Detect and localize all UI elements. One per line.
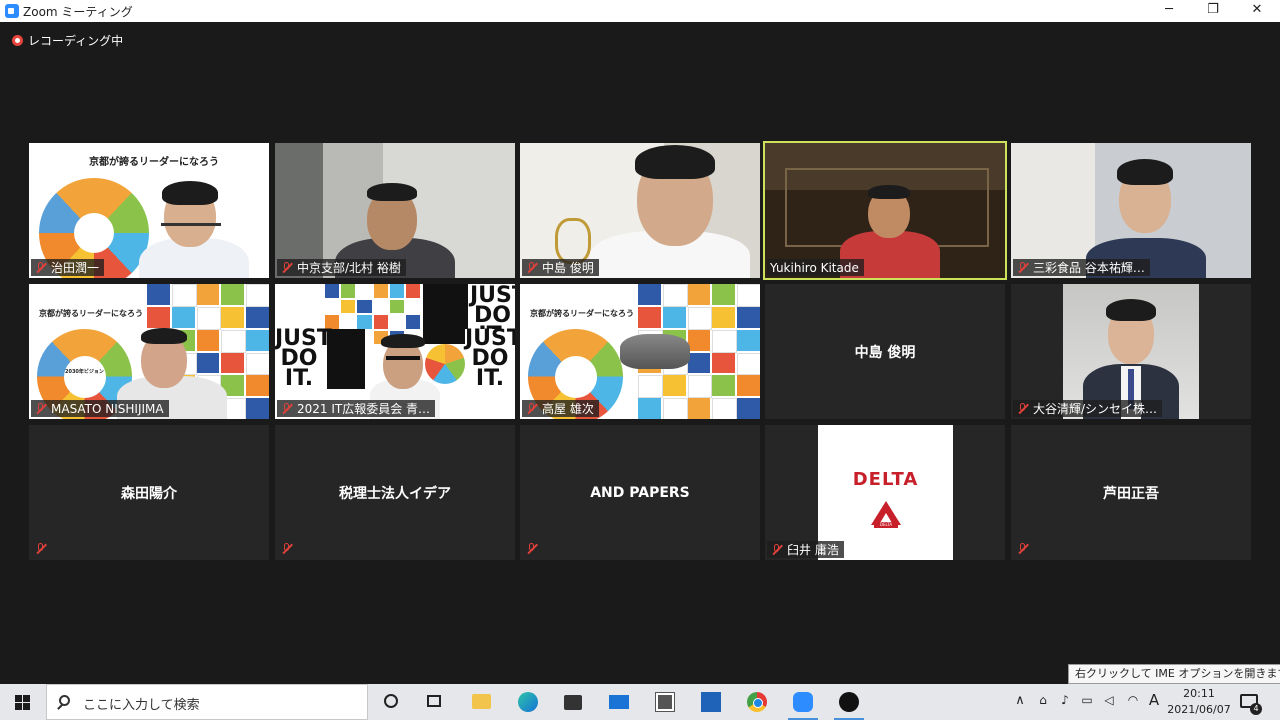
- edge-icon: [518, 692, 538, 712]
- slide-vision-label: 2030年ビジョン: [65, 369, 104, 375]
- taskbar-explorer[interactable]: [458, 684, 504, 720]
- slide-title: 京都が誇るリーダーになろう: [39, 309, 143, 318]
- participant-name-tag: 中京支部/北村 裕樹: [277, 259, 406, 276]
- participant-display-name: 芦田正吾: [1103, 485, 1159, 502]
- participant-name-tag: 大谷清輝/シンセイ株…: [1013, 400, 1163, 417]
- taskbar-edge[interactable]: [504, 684, 550, 720]
- tray-chevron-up-icon[interactable]: ∧: [1010, 693, 1030, 708]
- poster-doit-label: DO IT.: [280, 346, 318, 391]
- cortana-button[interactable]: [368, 684, 414, 720]
- ime-tooltip: 右クリックして IME オプションを開きます: [1068, 664, 1280, 684]
- windows-logo-icon: [15, 695, 30, 710]
- participant-name-tag: 三彩食品 谷本祐輝…: [1013, 259, 1150, 276]
- video-tile-participant-11[interactable]: 森田陽介: [29, 425, 269, 560]
- cortana-icon: [384, 694, 398, 708]
- participant-name-tag: 高屋 雄次: [522, 400, 599, 417]
- recording-label: レコーディング中: [28, 33, 124, 48]
- notification-badge: 4: [1250, 703, 1262, 715]
- profile-picture-delta: DELTA DELTA: [818, 425, 953, 560]
- mic-muted-icon: [1016, 261, 1029, 274]
- video-tile-participant-8[interactable]: 京都が誇るリーダーになろう 高屋 雄次: [520, 284, 760, 419]
- zoom-app-icon: [5, 4, 19, 18]
- search-placeholder: ここに入力して検索: [83, 698, 200, 713]
- delta-logo-text: DELTA: [852, 469, 919, 490]
- video-tile-participant-15[interactable]: 芦田正吾: [1011, 425, 1251, 560]
- video-tile-participant-6[interactable]: 京都が誇るリーダーになろう 2030年ビジョン MASATO NISHIJIMA: [29, 284, 269, 419]
- mic-muted-icon: [280, 261, 293, 274]
- video-tile-active-speaker[interactable]: Yukihiro Kitade: [763, 141, 1007, 280]
- clock-date[interactable]: 2021/06/07: [1166, 703, 1232, 716]
- zoom-icon: [793, 692, 813, 712]
- taskbar-app-3[interactable]: [826, 684, 872, 720]
- recording-indicator[interactable]: レコーディング中: [12, 32, 123, 48]
- video-tile-participant-5[interactable]: 三彩食品 谷本祐輝…: [1011, 143, 1251, 278]
- mic-muted-icon: [34, 542, 47, 555]
- video-tile-participant-12[interactable]: 税理士法人イデア: [275, 425, 515, 560]
- taskbar-chrome[interactable]: [734, 684, 780, 720]
- mic-muted-icon: [280, 402, 293, 415]
- participant-name-tag: MASATO NISHIJIMA: [31, 400, 169, 417]
- recording-icon: [12, 34, 23, 46]
- tray-battery-icon[interactable]: ▭: [1078, 693, 1096, 707]
- app-icon: [701, 692, 721, 712]
- mic-muted-icon: [1016, 402, 1029, 415]
- ime-mode-indicator[interactable]: A: [1146, 691, 1162, 709]
- tray-volume-icon[interactable]: ◁: [1100, 693, 1118, 707]
- video-tile-participant-9[interactable]: 中島 俊明: [765, 284, 1005, 419]
- mic-muted-icon: [1016, 542, 1029, 555]
- task-view-button[interactable]: [412, 684, 458, 720]
- windows-taskbar: ここに入力して検索 ∧ ⌂ ♪ ▭ ◁ ◠ A 20:11 2021/06/07…: [0, 684, 1280, 720]
- video-tile-participant-10[interactable]: 大谷清輝/シンセイ株…: [1011, 284, 1251, 419]
- profile-photo: [1063, 284, 1199, 419]
- participant-name-tag: 臼井 庸浩: [767, 541, 844, 558]
- slide-title: 京都が誇るリーダーになろう: [530, 309, 634, 318]
- participant-display-name: 森田陽介: [121, 485, 177, 502]
- video-tile-participant-1[interactable]: 京都が誇るリーダーになろう 治田潤一: [29, 143, 269, 278]
- taskbar-store[interactable]: [550, 684, 596, 720]
- title-bar: Zoom ミーティング ─ ❐ ✕: [0, 0, 1280, 22]
- restore-button[interactable]: ❐: [1190, 0, 1236, 22]
- video-tile-participant-7[interactable]: JUSTDO IT. JUSTDO IT. JUSTDO IT. 2021 IT…: [275, 284, 515, 419]
- taskbar-app-2[interactable]: [688, 684, 734, 720]
- mic-muted-icon: [34, 402, 47, 415]
- poster-doit-label: DO IT.: [471, 346, 509, 391]
- tray-microphone-icon[interactable]: ♪: [1056, 693, 1074, 707]
- participant-display-name: 中島 俊明: [854, 344, 916, 361]
- taskbar-app-1[interactable]: [642, 684, 688, 720]
- tray-camera-icon[interactable]: ⌂: [1034, 693, 1052, 707]
- task-view-icon: [427, 695, 441, 707]
- taskbar-mail[interactable]: [596, 684, 642, 720]
- participant-name-tag: 2021 IT広報委員会 青…: [277, 400, 436, 417]
- start-button[interactable]: [0, 684, 46, 720]
- participant-display-name: 税理士法人イデア: [339, 485, 451, 502]
- app-icon: [655, 692, 675, 712]
- delta-brand-label: DELTA: [874, 522, 898, 528]
- participant-name-tag: Yukihiro Kitade: [767, 259, 864, 276]
- taskbar-search-box[interactable]: ここに入力して検索: [46, 684, 368, 720]
- mic-muted-icon: [770, 543, 783, 556]
- participant-name-tag: 治田潤一: [31, 259, 105, 276]
- video-tile-participant-13[interactable]: AND PAPERS: [520, 425, 760, 560]
- window-title: Zoom ミーティング: [23, 5, 133, 19]
- mic-muted-icon: [280, 542, 293, 555]
- mic-muted-icon: [525, 261, 538, 274]
- mail-icon: [609, 695, 629, 709]
- close-button[interactable]: ✕: [1234, 0, 1280, 22]
- mic-muted-icon: [34, 261, 47, 274]
- taskbar-zoom[interactable]: [780, 684, 826, 720]
- participant-display-name: AND PAPERS: [590, 484, 690, 501]
- tray-wifi-icon[interactable]: ◠: [1124, 693, 1142, 707]
- video-tile-participant-2[interactable]: 中京支部/北村 裕樹: [275, 143, 515, 278]
- mic-muted-icon: [525, 542, 538, 555]
- app-icon: [839, 692, 859, 712]
- clock-time[interactable]: 20:11: [1166, 687, 1232, 700]
- video-tile-participant-3[interactable]: 中島 俊明: [520, 143, 760, 278]
- store-icon: [564, 695, 582, 710]
- folder-icon: [472, 694, 491, 709]
- minimize-button[interactable]: ─: [1146, 0, 1192, 22]
- mic-muted-icon: [525, 402, 538, 415]
- slide-title: 京都が誇るリーダーになろう: [89, 157, 219, 168]
- search-icon: [59, 695, 70, 706]
- participant-name-tag: 中島 俊明: [522, 259, 599, 276]
